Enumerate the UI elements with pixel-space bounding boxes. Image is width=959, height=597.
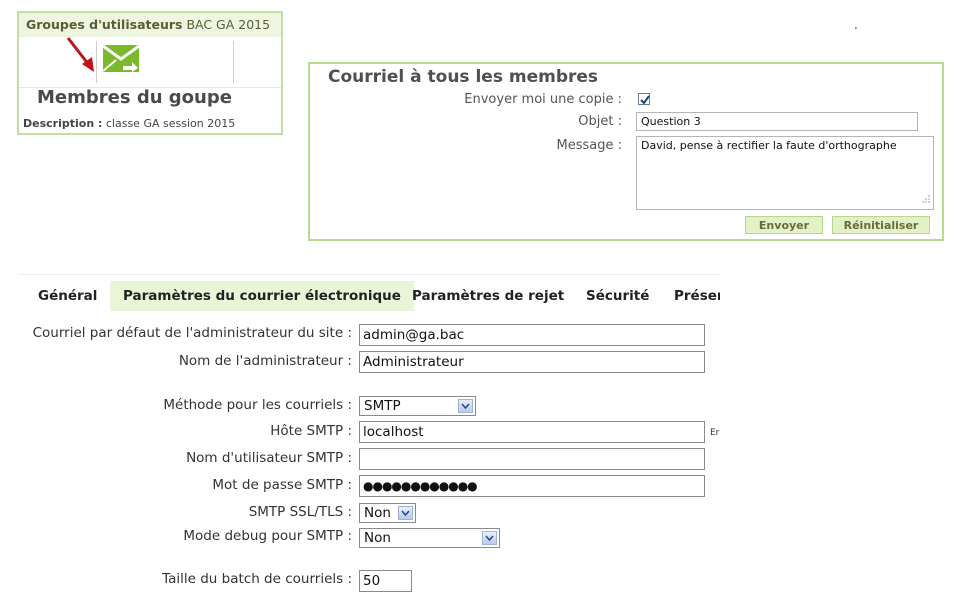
tab-security[interactable]: Sécurité	[586, 281, 649, 311]
smtp-username-input[interactable]	[359, 448, 705, 470]
email-all-members-panel: Courriel à tous les membres Envoyer moi …	[308, 62, 944, 241]
message-textarea[interactable]: David, pense à rectifier la faute d'orth…	[636, 136, 934, 210]
smtp-host-input[interactable]: localhost	[359, 421, 705, 443]
tab-presentation[interactable]: Préser	[674, 281, 720, 311]
tab-bounce-settings[interactable]: Paramètres de rejet	[412, 281, 564, 311]
chevron-down-icon[interactable]	[458, 399, 473, 413]
smtp-host-label: Hôte SMTP :	[270, 423, 352, 439]
chevron-down-icon[interactable]	[398, 506, 413, 520]
smtp-ssl-select[interactable]: Non	[359, 503, 416, 523]
send-copy-label: Envoyer moi une copie :	[464, 92, 622, 107]
tab-general[interactable]: Général	[38, 281, 97, 311]
email-settings-form: Courriel par défaut de l'administrateur …	[0, 310, 722, 597]
smtp-debug-select[interactable]: Non	[359, 528, 500, 548]
tab-email-settings[interactable]: Paramètres du courrier électronique	[110, 281, 414, 311]
mail-method-select[interactable]: SMTP	[359, 396, 476, 416]
subject-input[interactable]: Question 3	[636, 112, 918, 131]
smtp-debug-label: Mode debug pour SMTP :	[183, 528, 352, 544]
chevron-down-icon[interactable]	[482, 531, 497, 545]
send-copy-checkbox[interactable]	[638, 93, 650, 105]
stray-dot: .	[854, 18, 858, 32]
admin-email-label: Courriel par défaut de l'administrateur …	[32, 325, 352, 341]
mail-method-value: SMTP	[364, 398, 401, 414]
description-label: Description :	[23, 117, 103, 130]
group-actions-row	[19, 37, 281, 88]
smtp-password-input[interactable]: ●●●●●●●●●●●●	[359, 475, 705, 497]
mail-method-label: Méthode pour les courriels :	[163, 397, 352, 413]
group-card-header-label: Groupes d'utilisateurs	[26, 17, 183, 32]
send-button[interactable]: Envoyer	[745, 216, 823, 234]
resize-handle-icon[interactable]	[922, 193, 930, 206]
group-name: BAC GA 2015	[186, 17, 271, 32]
message-label: Message :	[556, 138, 623, 153]
reset-button[interactable]: Réinitialiser	[832, 216, 930, 234]
admin-email-input[interactable]: admin@ga.bac	[359, 324, 705, 346]
group-card: Groupes d'utilisateurs BAC GA 2015 Membr…	[17, 11, 283, 135]
panel-title: Courriel à tous les membres	[328, 67, 599, 87]
smtp-ssl-label: SMTP SSL/TLS :	[248, 504, 352, 520]
smtp-password-label: Mot de passe SMTP :	[212, 477, 352, 493]
admin-name-label: Nom de l'administrateur :	[178, 353, 352, 369]
message-text: David, pense à rectifier la faute d'orth…	[641, 139, 897, 152]
smtp-ssl-value: Non	[364, 505, 391, 521]
send-mail-icon[interactable]	[102, 44, 140, 76]
divider	[233, 41, 234, 83]
settings-tabs: Général Paramètres du courrier électroni…	[18, 274, 720, 311]
smtp-debug-value: Non	[364, 530, 391, 546]
batch-size-label: Taille du batch de courriels :	[162, 571, 352, 587]
group-card-header: Groupes d'utilisateurs BAC GA 2015	[19, 13, 281, 37]
subject-label: Objet :	[578, 114, 622, 129]
batch-size-input[interactable]: 50	[359, 570, 412, 592]
description-value: classe GA session 2015	[105, 117, 236, 130]
red-arrow-icon	[65, 35, 101, 79]
smtp-host-hint: Er	[710, 428, 720, 438]
group-description: Description : classe GA session 2015	[23, 117, 235, 130]
admin-name-input[interactable]: Administrateur	[359, 351, 705, 373]
group-members-title: Membres du goupe	[37, 87, 232, 108]
smtp-username-label: Nom d'utilisateur SMTP :	[186, 450, 352, 466]
